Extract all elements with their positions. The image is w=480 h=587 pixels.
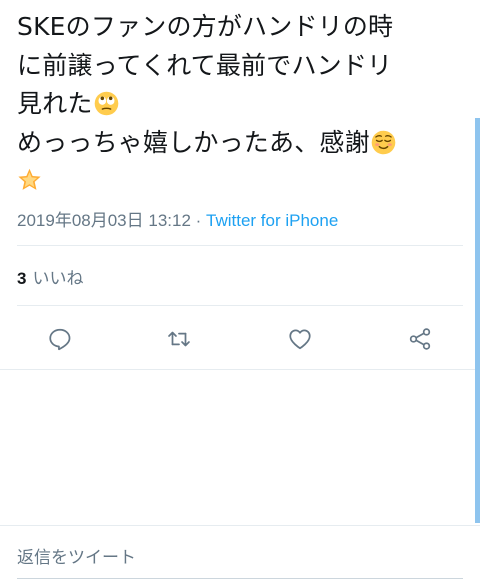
tweet-timestamp: 2019年08月03日 13:12 [17, 211, 191, 230]
reply-button[interactable] [44, 323, 76, 355]
divider [17, 305, 463, 306]
tweet-source-link[interactable]: Twitter for iPhone [206, 211, 338, 230]
like-icon [289, 329, 311, 350]
scrollbar[interactable] [475, 118, 480, 523]
action-bar [0, 318, 480, 360]
tweet-line-1: SKEのファンの方がハンドリの時 [17, 12, 394, 41]
retweet-icon [168, 331, 190, 347]
likes-label: いいね [32, 269, 84, 288]
likes-summary[interactable]: 3 いいね [17, 264, 83, 289]
like-button[interactable] [284, 323, 316, 355]
tweet-line-2: に前譲ってくれて最前でハンドリ [17, 50, 393, 80]
reply-input-underline [17, 578, 463, 579]
divider [17, 245, 463, 246]
reply-input[interactable]: 返信をツイート [17, 543, 136, 568]
relieved-face-emoji-icon [371, 130, 396, 154]
reply-icon [49, 328, 71, 351]
tweet-line-3: 見れた [17, 85, 467, 124]
share-icon [409, 328, 431, 350]
tweet-line-3-text: 見れた [17, 89, 93, 118]
divider [0, 525, 480, 526]
tweet-meta: 2019年08月03日 13:12 · Twitter for iPhone [17, 206, 338, 231]
divider [0, 369, 480, 370]
tweet-line-4-text: めっっちゃ嬉しかったあ、感謝 [17, 127, 370, 157]
star-emoji-icon [18, 168, 41, 190]
eyes-rolling-emoji-icon [94, 91, 118, 116]
likes-count: 3 [17, 269, 27, 288]
tweet-text: SKEのファンの方がハンドリの時 に前譲ってくれて最前でハンドリ 見れた めっっ… [17, 8, 467, 201]
retweet-button[interactable] [163, 323, 195, 355]
meta-separator: · [190, 211, 207, 230]
share-button[interactable] [404, 323, 436, 355]
tweet-line-4: めっっちゃ嬉しかったあ、感謝 [17, 124, 467, 163]
tweet-line-5 [17, 162, 467, 201]
